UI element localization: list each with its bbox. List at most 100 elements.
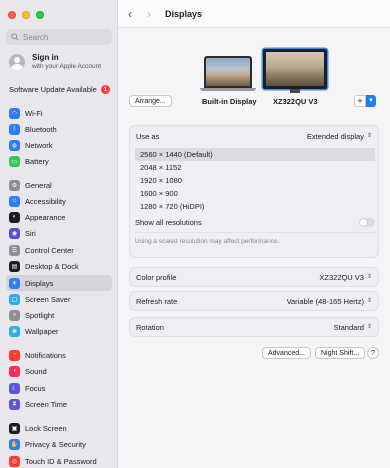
search-field[interactable]: Search: [6, 29, 112, 45]
sidebar-item-sound[interactable]: ◖ Sound: [6, 363, 112, 379]
minimize-window-button[interactable]: [22, 11, 30, 19]
magnifier-icon: ⌕: [9, 309, 20, 321]
software-update-item[interactable]: Software Update Available 1: [9, 85, 110, 94]
moon-icon: ☾: [9, 382, 20, 394]
night-shift-button[interactable]: Night Shift...: [315, 347, 366, 359]
rotation-label: Rotation: [136, 322, 164, 332]
color-profile-row: Color profile XZ322QU V3 ⇕: [130, 268, 378, 286]
battery-icon: ▭: [9, 155, 20, 167]
sidebar-item-label: Wi-Fi: [25, 108, 43, 118]
external-display-thumbnail[interactable]: [263, 49, 327, 93]
sidebar-item-label: Control Center: [25, 245, 74, 255]
zoom-window-button[interactable]: [36, 11, 44, 19]
sidebar-item-displays[interactable]: ☀ Displays: [6, 275, 112, 291]
sidebar-item-touch-id-password[interactable]: ◎ Touch ID & Password: [6, 453, 112, 468]
rotation-value: Standard: [333, 322, 364, 332]
sidebar-item-label: Notifications: [25, 350, 66, 360]
add-display-control: + ▼: [354, 95, 376, 107]
use-as-label: Use as: [136, 131, 160, 141]
sidebar-item-screen-time[interactable]: ⧗ Screen Time: [6, 396, 112, 412]
sidebar-item-label: Bluetooth: [25, 124, 57, 134]
gear-icon: ⚙: [9, 179, 20, 191]
sidebar-item-control-center[interactable]: ☰ Control Center: [6, 242, 112, 258]
dock-icon: ▤: [9, 260, 20, 272]
rotation-card: Rotation Standard ⇕: [129, 317, 379, 337]
globe-icon: ◍: [9, 139, 20, 151]
sidebar-item-siri[interactable]: ◉ Siri: [6, 225, 112, 241]
refresh-rate-row: Refresh rate Variable (48-165 Hertz) ⇕: [130, 292, 378, 310]
forward-chevron-icon[interactable]: ›: [147, 7, 151, 21]
sidebar-item-appearance[interactable]: ◐ Appearance: [6, 209, 112, 225]
sidebar-item-battery[interactable]: ▭ Battery: [6, 153, 112, 169]
refresh-rate-popup[interactable]: Variable (48-165 Hertz) ⇕: [287, 297, 372, 306]
sidebar-item-label: Network: [25, 140, 53, 150]
lock-icon: ▣: [9, 422, 20, 434]
apple-account-signin[interactable]: Sign in with your Apple Account: [9, 53, 101, 70]
sidebar-item-general[interactable]: ⚙ General: [6, 177, 112, 193]
resolution-option[interactable]: 2048 × 1152: [135, 161, 375, 174]
bluetooth-icon: ᛒ: [9, 123, 20, 135]
sidebar-item-label: Accessibility: [25, 196, 66, 206]
sidebar-item-network[interactable]: ◍ Network: [6, 137, 112, 153]
fingerprint-icon: ◎: [9, 455, 20, 467]
show-all-label: Show all resolutions: [135, 217, 202, 227]
color-profile-popup[interactable]: XZ322QU V3 ⇕: [319, 273, 372, 282]
sidebar-item-label: Privacy & Security: [25, 439, 86, 449]
add-display-button[interactable]: +: [354, 95, 366, 107]
sidebar-item-bluetooth[interactable]: ᛒ Bluetooth: [6, 121, 112, 137]
resolution-option[interactable]: 1280 × 720 (HiDPI): [135, 200, 375, 213]
chevron-down-icon[interactable]: ▼: [366, 95, 376, 107]
external-display-label: XZ322QU V3: [273, 97, 318, 106]
resolution-option[interactable]: 1920 × 1080: [135, 174, 375, 187]
wallpaper-icon: ❀: [9, 325, 20, 337]
sidebar-item-label: Sound: [25, 366, 47, 376]
refresh-rate-card: Refresh rate Variable (48-165 Hertz) ⇕: [129, 291, 379, 311]
displays-pane: ‹ › Displays Arrange... Built-in Display…: [118, 0, 390, 468]
sidebar-item-lock-screen[interactable]: ▣ Lock Screen: [6, 420, 112, 436]
arrange-button[interactable]: Arrange...: [129, 95, 172, 107]
sidebar-item-notifications[interactable]: ◔ Notifications: [6, 347, 112, 363]
color-profile-label: Color profile: [136, 272, 177, 282]
sidebar-item-label: Spotlight: [25, 310, 55, 320]
rotation-popup[interactable]: Standard ⇕: [334, 323, 372, 332]
search-placeholder: Search: [23, 32, 49, 42]
sidebar-item-accessibility[interactable]: ☺ Accessibility: [6, 193, 112, 209]
close-window-button[interactable]: [8, 11, 16, 19]
hourglass-icon: ⧗: [9, 398, 20, 410]
sidebar-item-wi-fi[interactable]: ◠ Wi-Fi: [6, 105, 112, 121]
color-profile-value: XZ322QU V3: [319, 272, 364, 282]
sidebar-item-label: Displays: [25, 278, 54, 288]
sidebar-item-label: Battery: [25, 156, 49, 166]
sidebar-item-label: General: [25, 180, 52, 190]
builtin-display-thumbnail[interactable]: [200, 56, 256, 91]
hand-icon: ✋: [9, 438, 20, 450]
sidebar-item-focus[interactable]: ☾ Focus: [6, 380, 112, 396]
siri-icon: ◉: [9, 227, 20, 239]
show-all-resolutions-row: Show all resolutions: [135, 215, 375, 229]
appearance-icon: ◐: [9, 211, 20, 223]
sidebar-item-screen-saver[interactable]: ▢ Screen Saver: [6, 291, 112, 307]
screen-saver-icon: ▢: [9, 293, 20, 305]
laptop-base: [200, 88, 256, 91]
use-as-value: Extended display: [306, 131, 364, 141]
display-arrangement: Arrange... Built-in Display XZ322QU V3 +…: [118, 28, 390, 113]
laptop-screen: [204, 56, 252, 88]
signin-subtitle: with your Apple Account: [32, 63, 102, 70]
back-chevron-icon[interactable]: ‹: [128, 7, 132, 21]
monitor-stand: [290, 89, 300, 93]
sidebar-item-spotlight[interactable]: ⌕ Spotlight: [6, 307, 112, 323]
resolution-option[interactable]: 2560 × 1440 (Default): [135, 148, 375, 161]
sidebar-item-privacy-security[interactable]: ✋ Privacy & Security: [6, 436, 112, 452]
sidebar-item-wallpaper[interactable]: ❀ Wallpaper: [6, 323, 112, 339]
divider: [135, 232, 375, 233]
use-as-popup[interactable]: Extended display ⇕: [307, 132, 372, 141]
advanced-button[interactable]: Advanced...: [262, 347, 311, 359]
builtin-display-label: Built-in Display: [202, 97, 257, 106]
resolution-option[interactable]: 1600 × 900: [135, 187, 375, 200]
toolbar: ‹ › Displays: [118, 0, 390, 28]
update-badge: 1: [100, 85, 110, 94]
bell-icon: ◔: [9, 349, 20, 361]
help-button[interactable]: ?: [367, 347, 379, 359]
show-all-toggle[interactable]: [359, 217, 375, 227]
sidebar-item-desktop-dock[interactable]: ▤ Desktop & Dock: [6, 258, 112, 274]
